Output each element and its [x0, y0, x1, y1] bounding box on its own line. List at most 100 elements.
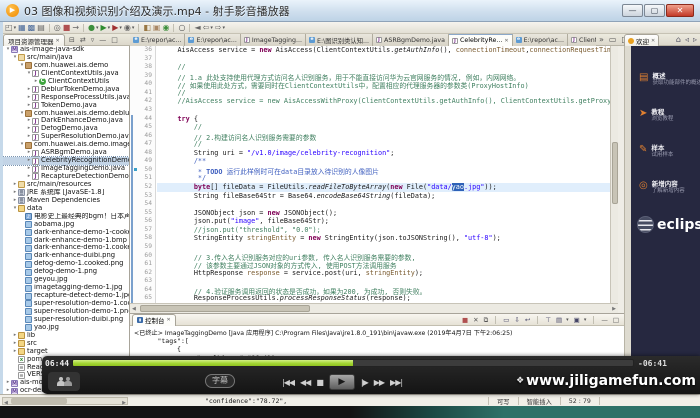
- skip-breakpoints-icon[interactable]: ◎: [54, 23, 61, 33]
- open-console-icon[interactable]: ▣: [574, 315, 580, 325]
- tree-item[interactable]: yao.jpg: [3, 324, 129, 332]
- maximize-icon[interactable]: □: [111, 35, 118, 45]
- profile-icon[interactable]: ◉: [124, 23, 131, 33]
- tree-item[interactable]: recapture-detect-demo-1.jpg: [3, 292, 129, 300]
- tree-item[interactable]: super-resolution-duibi.png: [3, 316, 129, 324]
- tree-item[interactable]: ▸JRecaptureDetectionDemo.java: [3, 173, 129, 181]
- frame-step-button[interactable]: |▶: [361, 378, 368, 387]
- tree-item[interactable]: ▸target: [3, 348, 129, 356]
- view-menu-icon[interactable]: ▿: [91, 35, 95, 45]
- tree-item[interactable]: super-resolution-demo-1.png: [3, 308, 129, 316]
- editor-tab[interactable]: JCelebrityRe...✕: [449, 34, 513, 46]
- new-wizard-menu-icon[interactable]: ▾: [14, 25, 17, 31]
- editor-tab[interactable]: eE:\repor\ac...: [513, 34, 568, 46]
- explorer-horizontal-scrollbar[interactable]: ◀ ▶: [2, 397, 128, 405]
- minimize-icon[interactable]: —: [601, 315, 608, 325]
- tree-item[interactable]: ▸JTokenDemo.java: [3, 102, 129, 110]
- tree-item[interactable]: ▸≣JRE 系统库 [JavaSE-1.8]: [3, 189, 129, 197]
- close-icon[interactable]: ✕: [56, 38, 60, 44]
- tree-item[interactable]: super-resolution-demo-1.cooked.png: [3, 300, 129, 308]
- editor-tab[interactable]: eE:\repor\ac...: [185, 34, 240, 46]
- close-icon[interactable]: ✕: [504, 38, 508, 44]
- welcome-tab[interactable]: 欢迎 ✕: [624, 34, 659, 46]
- debug-icon[interactable]: ●: [88, 23, 95, 33]
- save-all-icon[interactable]: ▩: [28, 23, 36, 33]
- editor-tab[interactable]: eE:\图识别类认知...: [306, 34, 373, 46]
- welcome-item-overview[interactable]: ▤概述获取功能部件的概述: [631, 72, 700, 87]
- tree-item[interactable]: dark-enhance-duibi.png: [3, 252, 129, 260]
- tree-item[interactable]: imagetagging-demo-1.jpg: [3, 284, 129, 292]
- forward-icon[interactable]: ⇨: [215, 23, 222, 33]
- scroll-left-icon[interactable]: ◀: [132, 305, 136, 313]
- tree-item[interactable]: ▸lib: [3, 332, 129, 340]
- tree-item[interactable]: ▾Mais-image-java-sdk: [3, 46, 129, 54]
- display-selected-console-icon[interactable]: ▤: [556, 315, 562, 325]
- tree-item[interactable]: ▾com.huawei.ais.demo: [3, 62, 129, 70]
- console-tab[interactable]: ▮ 控制台 ✕: [132, 314, 176, 326]
- clear-console-icon[interactable]: ▭: [503, 315, 509, 325]
- subtitle-button[interactable]: 字幕: [205, 374, 235, 388]
- tree-item[interactable]: ▸JImageTaggingDemo.java: [3, 165, 129, 173]
- tree-item[interactable]: ▾data: [3, 205, 129, 213]
- tree-item[interactable]: ▸≣Maven Dependencies: [3, 197, 129, 205]
- scrollbar-thumb[interactable]: [140, 305, 310, 312]
- tree-item[interactable]: geyou.jpg: [3, 276, 129, 284]
- open-console-menu-icon[interactable]: ▾: [584, 317, 587, 323]
- tree-item[interactable]: ▸JDefogDemo.java: [3, 125, 129, 133]
- welcome-item-whats-new[interactable]: ◎新增内容了解新增内容: [631, 180, 700, 195]
- tree-item[interactable]: ▸src: [3, 340, 129, 348]
- maximize-button[interactable]: ▢: [644, 4, 665, 17]
- terminate-icon[interactable]: ■: [63, 23, 71, 33]
- word-wrap-icon[interactable]: ↩: [525, 315, 530, 325]
- nav-forward-icon[interactable]: ▹: [693, 35, 697, 45]
- forward-menu-icon[interactable]: ▾: [223, 25, 226, 31]
- tree-item[interactable]: defog-demo-1.cooked.png: [3, 260, 129, 268]
- editor-tab[interactable]: JImageTagging...: [241, 34, 306, 46]
- tree-item[interactable]: defog-demo-1.png: [3, 268, 129, 276]
- tab-overflow-icon[interactable]: »: [599, 35, 604, 45]
- code-editor[interactable]: 3637383940414243444546474849505152535455…: [130, 46, 618, 303]
- minimize-button[interactable]: —: [622, 4, 643, 17]
- display-selected-console-menu-icon[interactable]: ▾: [566, 317, 569, 323]
- remove-all-launches-icon[interactable]: ⧉: [484, 315, 489, 325]
- tree-item[interactable]: ▸JDeblurTokenDemo.java: [3, 86, 129, 94]
- tree-item[interactable]: ▸src/main/resources: [3, 181, 129, 189]
- welcome-item-samples[interactable]: ✎样本试用样本: [631, 144, 700, 159]
- editor-horizontal-scrollbar[interactable]: ◀ ▶: [130, 303, 618, 313]
- coverage-menu-icon[interactable]: ▾: [119, 25, 122, 31]
- tree-item[interactable]: ▸JASRBgmDemo.java: [3, 149, 129, 157]
- play-button[interactable]: ▶: [329, 374, 355, 390]
- coverage-icon[interactable]: ▶: [112, 23, 118, 33]
- print-icon[interactable]: ▤: [37, 23, 45, 33]
- editor-tab[interactable]: eE:\repor\ac...: [130, 34, 185, 46]
- welcome-scrollbar[interactable]: [624, 46, 631, 394]
- link-with-editor-icon[interactable]: ⇄: [80, 35, 86, 45]
- editor-tab[interactable]: JASRBgmDemo.java: [373, 34, 449, 46]
- prev-button[interactable]: |◀◀: [282, 378, 294, 387]
- explorer-panel-tab[interactable]: 项目资源管理器 ✕: [3, 34, 65, 46]
- code-area[interactable]: AisAccess service = new AisAccess(Client…: [157, 46, 610, 303]
- editor-tab[interactable]: JClientConte...: [568, 34, 596, 46]
- maximize-icon[interactable]: □: [613, 315, 619, 325]
- run-icon[interactable]: ▶: [101, 23, 107, 33]
- editor-vertical-scrollbar[interactable]: [610, 46, 618, 303]
- scroll-right-icon[interactable]: ▶: [612, 305, 616, 313]
- nav-back-icon[interactable]: ◃: [685, 35, 689, 45]
- tree-item[interactable]: ▸JResponseProcessUtils.java: [3, 94, 129, 102]
- step-over-icon[interactable]: →: [72, 23, 79, 33]
- search-icon[interactable]: ○: [178, 23, 185, 33]
- tree-item[interactable]: dark-enhance-demo-1.bmp: [3, 237, 129, 245]
- tree-item[interactable]: ▸CClientContextUtils: [3, 78, 129, 86]
- scroll-lock-icon[interactable]: ⇩: [514, 315, 519, 325]
- tree-item[interactable]: dark-enhance-demo-1-cooked.bmp: [3, 229, 129, 237]
- next-button[interactable]: ▶▶|: [390, 378, 402, 387]
- new-java-project-icon[interactable]: ◧: [143, 23, 151, 33]
- close-icon[interactable]: ✕: [167, 317, 171, 323]
- back-menu-icon[interactable]: ▾: [210, 25, 213, 31]
- tree-item[interactable]: ▾JClientContextUtils.java: [3, 70, 129, 78]
- audio-track-button[interactable]: [48, 372, 80, 391]
- back-icon[interactable]: ⇦: [203, 23, 210, 33]
- pin-console-icon[interactable]: ⊤: [545, 315, 551, 325]
- welcome-item-tutorials[interactable]: ➤教程浏览教程: [631, 108, 700, 123]
- restore-icon[interactable]: ▭: [609, 35, 617, 45]
